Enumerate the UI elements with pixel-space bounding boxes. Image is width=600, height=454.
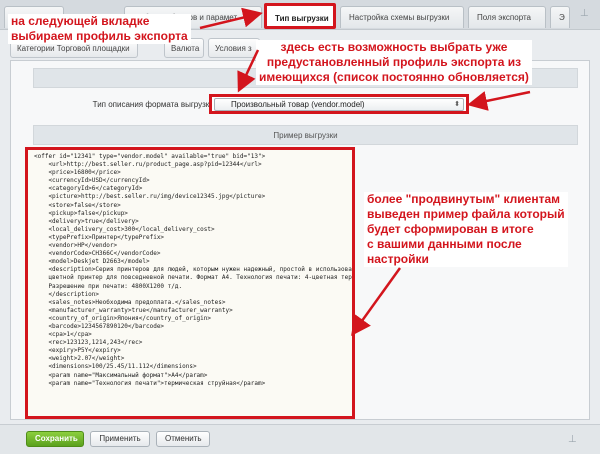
xml-line: цветной принтер для повседневной печати.… [48, 274, 352, 282]
xml-line: <model>Deskjet D2663</model> [34, 258, 150, 266]
xml-line: <picture>http://best.seller.ru/img/devic… [34, 193, 266, 201]
xml-line: <pickup>false</pickup> [34, 209, 128, 217]
xml-line: <vendor>HP</vendor> [34, 242, 118, 250]
xml-line: <country_of_origin>Япония</country_of_or… [34, 314, 212, 322]
format-type-value: Произвольный товар (vendor.model) [231, 100, 365, 109]
xml-line: <weight>2.07</weight> [34, 355, 125, 363]
xml-line: <categoryId>6</categoryId> [34, 185, 143, 193]
format-type-label: Тип описания формата выгрузки: [92, 100, 216, 109]
xml-line: <manufacturer_warranty>true</manufacture… [34, 306, 233, 314]
select-arrows-icon: ⬍ [454, 101, 460, 108]
xml-line: <offer id="12341" type="vendor.model" av… [34, 153, 266, 160]
cancel-button[interactable]: Отменить [156, 431, 210, 447]
format-type-select[interactable]: Произвольный товар (vendor.model) ⬍ [214, 98, 464, 111]
pin-bottom-icon[interactable]: ⊥ [568, 434, 577, 445]
xml-line: <param name="Технология печати">термичес… [34, 379, 266, 387]
xml-line: <dimensions>100/25.45/11.112</dimensions… [34, 363, 197, 371]
save-button[interactable]: Сохранить [26, 431, 84, 447]
format-type-select-highlight: Произвольный товар (vendor.model) ⬍ [209, 94, 469, 114]
xml-example-box: <offer id="12341" type="vendor.model" av… [25, 147, 355, 419]
apply-button[interactable]: Применить [90, 431, 150, 447]
xml-example-text: <offer id="12341" type="vendor.model" av… [34, 153, 352, 388]
pin-icon[interactable]: ⊥ [580, 8, 589, 19]
xml-line: <rec>123123,1214,243</rec> [34, 339, 143, 347]
subtab-conditions[interactable]: Условия з [208, 38, 260, 58]
xml-line: <expiry>P5Y</expiry> [34, 347, 121, 355]
xml-line: </description> [34, 290, 100, 298]
annotation-next-tab: на следующей вкладке выбираем профиль эк… [8, 14, 191, 44]
example-section-header: Пример выгрузки [33, 125, 578, 145]
xml-line: <param name="Максимальный формат">А4</pa… [34, 371, 208, 379]
bottom-toolbar: Сохранить Применить Отменить ⊥ [0, 424, 600, 454]
xml-line: <local_delivery_cost>300</local_delivery… [34, 225, 215, 233]
xml-line: <typePrefix>Принтер</typePrefix> [34, 233, 165, 241]
xml-line: <cpa>1</cpa> [34, 331, 92, 339]
tab-export-scheme[interactable]: Настройка схемы выгрузки [340, 6, 464, 28]
xml-line: Разрешение при печати: 4800Х1200 т/д. [34, 282, 183, 290]
xml-line: <delivery>true</delivery> [34, 217, 139, 225]
annotation-example: более "продвинутым" клиентам выведен при… [364, 192, 568, 267]
xml-line: <sales_notes>Необходима предоплата.</sal… [34, 298, 226, 306]
xml-line: <url>http://best.seller.ru/product_page.… [34, 161, 262, 169]
tab-e[interactable]: Э [550, 6, 570, 28]
tab-export-type[interactable]: Тип выгрузки [264, 3, 336, 29]
xml-line: <description>Серия принтеров для людей, … [34, 266, 352, 274]
xml-line: <barcode>1234567890120</barcode> [34, 322, 165, 330]
xml-line: <store>false</store> [34, 201, 121, 209]
xml-line: <currencyId>USD</currencyId> [34, 177, 150, 185]
annotation-profile: здесь есть возможность выбрать уже преду… [256, 40, 532, 85]
xml-line: <vendorCode>CH366C</vendorCode> [34, 250, 161, 258]
xml-line: <price>16800</price> [34, 169, 121, 177]
tab-export-fields[interactable]: Поля экспорта [468, 6, 546, 28]
